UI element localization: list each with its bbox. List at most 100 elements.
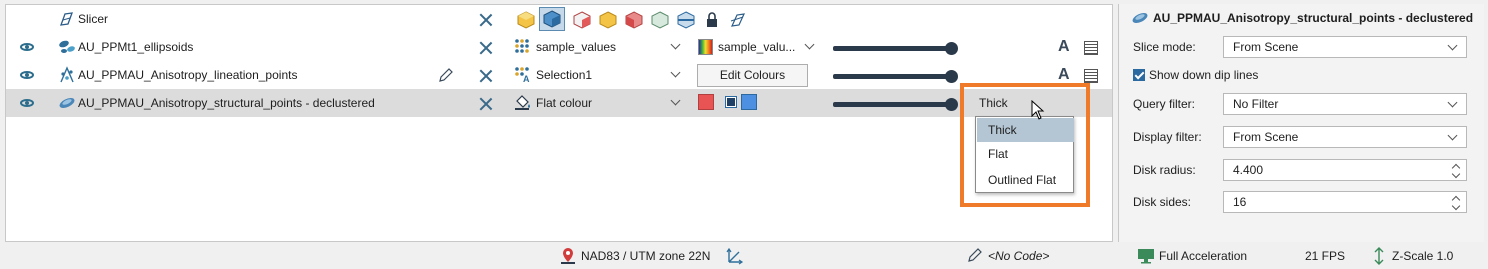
slice-cube-red-side-icon[interactable] <box>625 11 643 29</box>
colour-scheme-label: sample_valu... <box>718 40 796 54</box>
pencil-code-icon[interactable] <box>967 247 983 263</box>
disk-points-icon <box>59 98 75 108</box>
scene-list-panel: Slicer AU_PPMt1_ellipsoids sample_values… <box>5 4 1113 242</box>
remove-icon[interactable] <box>479 97 493 111</box>
visibility-eye-icon[interactable] <box>20 71 34 79</box>
status-bar: NAD83 / UTM zone 22N <No Code> Full Acce… <box>0 243 1488 269</box>
display-filter-select[interactable]: From Scene <box>1223 126 1467 148</box>
lock-icon[interactable] <box>705 12 719 28</box>
remove-icon[interactable] <box>479 13 493 27</box>
svg-text:A: A <box>523 74 530 82</box>
legend-list-icon[interactable] <box>1084 41 1098 55</box>
slicer-toolbar <box>517 7 747 31</box>
slice-mode-value: From Scene <box>1233 40 1299 54</box>
object-name: AU_PPMAU_Anisotropy_lineation_points <box>78 68 298 82</box>
display-filter-value: From Scene <box>1233 130 1299 144</box>
chevron-down-icon <box>1447 130 1458 141</box>
selection-attribute-icon: A <box>515 67 530 82</box>
chevron-down-icon <box>1447 40 1458 51</box>
colour-attribute-select[interactable]: Flat colour <box>514 92 684 114</box>
query-filter-select[interactable]: No Filter <box>1223 93 1467 115</box>
ellipsoids-icon <box>59 40 75 53</box>
slice-mode-active[interactable] <box>539 7 565 31</box>
pencil-edit-icon[interactable] <box>438 67 454 83</box>
vertical-scale-icon <box>1374 247 1384 265</box>
colour-scheme-select[interactable]: sample_valu... <box>696 36 822 58</box>
colour-scheme-swatch <box>698 39 713 55</box>
flat-colour-swatch[interactable] <box>698 94 714 110</box>
label-a-icon[interactable]: A <box>1058 38 1070 56</box>
slice-cube-front-icon <box>543 10 561 28</box>
display-filter-label: Display filter: <box>1133 130 1202 144</box>
opacity-slider-handle[interactable] <box>945 42 958 55</box>
chevron-down-icon <box>670 67 681 78</box>
edit-colours-button[interactable]: Edit Colours <box>697 64 808 87</box>
scene-row-structural-points[interactable]: AU_PPMAU_Anisotropy_structural_points - … <box>6 89 1112 117</box>
secondary-colour-swatch[interactable] <box>741 94 757 110</box>
properties-title: AU_PPMAU_Anisotropy_structural_points - … <box>1153 11 1474 25</box>
zscale-label[interactable]: Z-Scale 1.0 <box>1392 248 1453 264</box>
object-name: AU_PPMt1_ellipsoids <box>78 40 194 54</box>
slice-cube-top-icon[interactable] <box>517 11 535 29</box>
opacity-slider[interactable] <box>833 46 953 51</box>
slice-cube-yellow-icon[interactable] <box>599 11 617 29</box>
spin-down-icon[interactable] <box>1451 201 1461 211</box>
chevron-down-icon <box>804 39 815 50</box>
label-a-icon[interactable]: A <box>1058 66 1070 84</box>
monitor-icon <box>1138 249 1154 264</box>
colour-attribute-select[interactable]: sample_values <box>514 36 684 58</box>
projection-label[interactable]: NAD83 / UTM zone 22N <box>581 248 710 264</box>
disk-radius-label: Disk radius: <box>1133 163 1196 177</box>
fps-label: 21 FPS <box>1305 249 1346 263</box>
visibility-eye-icon[interactable] <box>20 43 34 51</box>
chevron-down-icon <box>670 95 681 106</box>
remove-icon[interactable] <box>479 69 493 83</box>
visibility-eye-icon[interactable] <box>20 99 34 107</box>
slice-cube-red-icon[interactable] <box>573 11 591 29</box>
mouse-cursor-icon <box>1031 100 1045 120</box>
attribute-dots-icon <box>515 39 529 53</box>
menu-item-thick[interactable]: Thick <box>977 118 1074 142</box>
acceleration-label: Full Acceleration <box>1159 249 1248 263</box>
opacity-slider-handle[interactable] <box>945 98 958 111</box>
disk-sides-spinbox[interactable]: 16 <box>1223 191 1467 213</box>
slice-cube-green-icon[interactable] <box>651 11 669 29</box>
scene-row-ellipsoids[interactable]: AU_PPMt1_ellipsoids sample_values sample… <box>6 33 1112 61</box>
show-down-dip-checkbox[interactable] <box>1133 69 1145 81</box>
scene-row-lineation-points[interactable]: AU_PPMAU_Anisotropy_lineation_points A S… <box>6 61 1112 89</box>
disk-radius-spinbox[interactable]: 4.400 <box>1223 159 1467 181</box>
slice-cube-blue-icon[interactable] <box>677 11 695 29</box>
disk-sides-value: 16 <box>1233 195 1247 209</box>
query-filter-value: No Filter <box>1233 97 1279 111</box>
legend-list-icon[interactable] <box>1084 69 1098 83</box>
opacity-slider[interactable] <box>833 102 953 107</box>
object-name: AU_PPMAU_Anisotropy_structural_points - … <box>78 96 375 110</box>
slice-pin-icon[interactable] <box>729 11 747 29</box>
menu-item-flat[interactable]: Flat <box>977 142 1074 166</box>
secondary-colour-checkbox[interactable] <box>725 96 737 108</box>
chevron-down-icon <box>670 39 681 50</box>
menu-item-outlined-flat[interactable]: Outlined Flat <box>977 168 1074 192</box>
remove-icon[interactable] <box>479 41 493 55</box>
map-pin-icon <box>561 248 575 264</box>
disk-sides-label: Disk sides: <box>1133 195 1192 209</box>
slicer-icon <box>60 12 73 26</box>
object-name: Slicer <box>78 12 109 26</box>
display-type-dropdown-menu[interactable]: Thick Flat Outlined Flat <box>975 116 1074 193</box>
disk-radius-value: 4.400 <box>1233 163 1264 177</box>
spin-down-icon[interactable] <box>1451 169 1461 179</box>
axes-icon[interactable] <box>726 247 744 265</box>
scene-row-slicer[interactable]: Slicer <box>6 5 1112 33</box>
opacity-slider-handle[interactable] <box>945 70 958 83</box>
opacity-slider[interactable] <box>833 74 953 79</box>
paint-bucket-icon <box>515 95 530 110</box>
chevron-down-icon <box>1447 97 1458 108</box>
show-down-dip-label: Show down dip lines <box>1149 68 1259 82</box>
slice-mode-label: Slice mode: <box>1133 40 1196 54</box>
colour-attribute-select[interactable]: A Selection1 <box>514 64 684 86</box>
code-label[interactable]: <No Code> <box>988 248 1049 264</box>
lineation-points-icon <box>60 66 74 83</box>
slice-mode-select[interactable]: From Scene <box>1223 36 1467 58</box>
colour-attribute-label: Selection1 <box>536 68 593 82</box>
colour-attribute-label: Flat colour <box>536 96 593 110</box>
